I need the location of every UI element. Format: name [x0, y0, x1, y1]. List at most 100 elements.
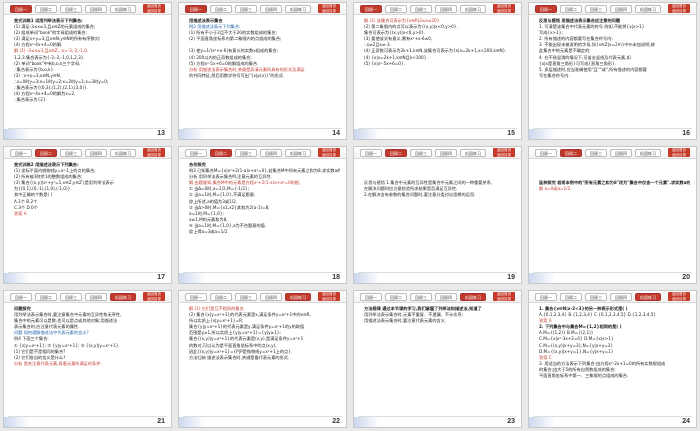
slide-tab[interactable]: 回顾一 — [185, 5, 207, 13]
slide-tab[interactable]: 回顾三 — [235, 149, 257, 157]
slide-tab[interactable]: 巩固练习 — [635, 293, 661, 301]
slide-tab[interactable]: 回顾三 — [585, 5, 607, 13]
slide-tab[interactable]: 回顾二 — [560, 5, 582, 13]
home-badge[interactable]: 返回首页 返回目录 — [318, 292, 340, 301]
home-badge[interactable]: 返回首页 返回目录 — [143, 148, 165, 157]
slide-thumbnail[interactable]: 回顾一 回顾二 回顾三 回顾四 巩固练习 返回首页 返回目录 变式训练2 用描述法表示下列集… — [3, 146, 172, 284]
slide-tab[interactable]: 回顾二 — [210, 293, 232, 301]
slide-thumbnail[interactable]: 回顾一 回顾二 回顾三 回顾四 巩固练习 返回首页 返回目录 延伸探究 若将本例中的"所有… — [528, 146, 697, 284]
slide-tab[interactable]: 回顾四 — [435, 149, 457, 157]
slide-tab[interactable]: 回顾四 — [85, 293, 107, 301]
slide-tab[interactable]: 回顾四 — [260, 293, 282, 301]
slide-tab[interactable]: 回顾三 — [410, 293, 432, 301]
slide-tab[interactable]: 回顾三 — [235, 293, 257, 301]
slide-text-line: 平面直角坐标系中第一、三象限的点组成的集合. — [539, 373, 629, 379]
slide-tab[interactable]: 回顾二 — [35, 5, 57, 13]
slide-tab[interactable]: 回顾二 — [560, 149, 582, 157]
slide-text-line: 答案 A — [14, 210, 27, 216]
slide-tab[interactable]: 巩固练习 — [110, 293, 136, 301]
home-badge[interactable]: 返回首页 返回目录 — [493, 148, 515, 157]
slide-tab[interactable]: 回顾四 — [610, 293, 632, 301]
footer-rule — [183, 128, 342, 129]
slide-thumbnail[interactable]: 回顾一 回顾二 回顾三 回顾四 巩固练习 返回首页 返回目录 合作探究 例3 已知集合M={x… — [178, 146, 347, 284]
slide-content: 解 (1) 该集合可表示为{x∈R|2≤x≤20}. (2) 第二象限内的点可以表… — [364, 18, 515, 127]
slide-tab[interactable]: 回顾三 — [410, 149, 432, 157]
slide-thumbnail[interactable]: 回顾一 回顾二 回顾三 回顾四 巩固练习 返回首页 返回目录 用描述法表示集合 例2 用描述法… — [178, 2, 347, 140]
slide-tab[interactable]: 回顾四 — [610, 5, 632, 13]
slide-thumbnail[interactable]: 回顾一 回顾二 回顾三 回顾四 巩固练习 返回首页 返回目录解 (1) 它们是互不相同的集… — [178, 290, 347, 428]
slide-tab[interactable]: 巩固练习 — [460, 5, 486, 13]
slide-tab[interactable]: 回顾一 — [185, 149, 207, 157]
home-badge[interactable]: 返回首页 返回目录 — [143, 292, 165, 301]
home-badge[interactable]: 返回首页 返回目录 — [493, 4, 515, 13]
home-badge[interactable]: 返回首页 返回目录 — [318, 148, 340, 157]
slide-thumbnail[interactable]: 回顾一 回顾二 回顾三 回顾四 巩固练习 返回首页 返回目录 问题探究 用列举法表示集合时,要… — [3, 290, 172, 428]
slide-tab[interactable]: 巩固练习 — [460, 293, 486, 301]
slide-tab[interactable]: 巩固练习 — [285, 293, 311, 301]
slide-thumbnail[interactable]: 回顾一 回顾二 回顾三 回顾四 巩固练习 返回首页 返回目录 变式训练1 试用列举法表示下列… — [3, 2, 172, 140]
footer-rule — [533, 272, 692, 273]
slide-nav-bar: 回顾一 回顾二 回顾三 回顾四 巩固练习 返回首页 返回目录 — [4, 147, 171, 159]
slide-thumbnail[interactable]: 回顾一 回顾二 回顾三 回顾四 巩固练习 返回首页 返回目录 方法规律 通过本节课的学习,我… — [353, 290, 522, 428]
slide-grid: 回顾一 回顾二 回顾三 回顾四 巩固练习 返回首页 返回目录 变式训练1 试用列举法表示下列… — [3, 2, 697, 429]
slide-tab[interactable]: 回顾二 — [35, 293, 57, 301]
footer-decoration — [529, 273, 555, 283]
slide-tab[interactable]: 回顾三 — [585, 293, 607, 301]
home-badge[interactable]: 返回首页 返回目录 — [668, 148, 690, 157]
slide-tab[interactable]: 回顾二 — [35, 149, 57, 157]
slide-tab[interactable]: 回顾一 — [10, 5, 32, 13]
slide-tab[interactable]: 回顾三 — [235, 5, 257, 13]
slide-tabs: 回顾一 回顾二 回顾三 回顾四 巩固练习 — [10, 293, 136, 301]
slide-tab[interactable]: 回顾三 — [585, 149, 607, 157]
slide-tab[interactable]: 回顾一 — [535, 5, 557, 13]
slide-tab[interactable]: 回顾三 — [60, 293, 82, 301]
slide-tab[interactable]: 巩固练习 — [110, 5, 136, 13]
slide-tab[interactable]: 回顾二 — [385, 149, 407, 157]
slide-text-line: 用描述法表示集合时,要注意代表元素的含义. — [364, 318, 447, 324]
slide-number: 19 — [507, 274, 515, 281]
slide-tab[interactable]: 巩固练习 — [635, 149, 661, 157]
slide-tab[interactable]: 回顾二 — [385, 293, 407, 301]
slide-nav-bar: 回顾一 回顾二 回顾三 回顾四 巩固练习 返回首页 返回目录 — [179, 3, 346, 15]
slide-tab[interactable]: 回顾二 — [210, 5, 232, 13]
slide-tab[interactable]: 回顾一 — [10, 149, 32, 157]
slide-content: 1. 集合{x∈N|x-2<3}的另一种表示形式是( ) A.{0,1,2,3,4… — [539, 306, 690, 415]
home-badge[interactable]: 返回首页 返回目录 — [668, 4, 690, 13]
slide-tab[interactable]: 回顾一 — [360, 293, 382, 301]
slide-tab[interactable]: 回顾四 — [260, 5, 282, 13]
slide-tab[interactable]: 回顾一 — [360, 5, 382, 13]
slide-thumbnail[interactable]: 回顾一 回顾二 回顾三 回顾四 巩固练习 返回首页 返回目录 反思与感悟 用描述法表示集合应… — [528, 2, 697, 140]
slide-tab[interactable]: 回顾一 — [10, 293, 32, 301]
slide-tab[interactable]: 回顾一 — [185, 293, 207, 301]
slide-tab[interactable]: 回顾二 — [560, 293, 582, 301]
slide-tab[interactable]: 回顾一 — [535, 293, 557, 301]
slide-number: 15 — [507, 130, 515, 137]
slide-tab[interactable]: 回顾一 — [360, 149, 382, 157]
home-badge[interactable]: 返回首页 返回目录 — [493, 292, 515, 301]
slide-tab[interactable]: 回顾一 — [535, 149, 557, 157]
home-badge[interactable]: 返回首页 返回目录 — [318, 4, 340, 13]
slide-thumbnail[interactable]: 回顾一 回顾二 回顾三 回顾四 巩固练习 返回首页 返回目录解 (1) 该集合可表示为{x… — [353, 2, 522, 140]
slide-tab[interactable]: 回顾四 — [435, 5, 457, 13]
home-badge[interactable]: 返回首页 返回目录 — [668, 292, 690, 301]
slide-thumbnail[interactable]: 回顾一 回顾二 回顾三 回顾四 巩固练习 返回首页 返回目录 反思与感悟 1.集合中元素的… — [353, 146, 522, 284]
footer-decoration — [354, 129, 380, 139]
slide-tab[interactable]: 回顾二 — [385, 5, 407, 13]
slide-tab[interactable]: 巩固练习 — [110, 149, 136, 157]
slide-tab[interactable]: 回顾三 — [60, 149, 82, 157]
slide-tab[interactable]: 回顾三 — [60, 5, 82, 13]
slide-tab[interactable]: 回顾四 — [260, 149, 282, 157]
slide-tab[interactable]: 回顾四 — [85, 149, 107, 157]
slide-tab[interactable]: 巩固练习 — [460, 149, 486, 157]
slide-tab[interactable]: 回顾四 — [435, 293, 457, 301]
slide-tab[interactable]: 巩固练习 — [285, 5, 311, 13]
slide-tab[interactable]: 巩固练习 — [635, 5, 661, 13]
slide-text-line: (5) {x|x²-5x+6=0}. — [364, 60, 405, 66]
slide-tab[interactable]: 回顾三 — [410, 5, 432, 13]
slide-thumbnail[interactable]: 回顾一 回顾二 回顾三 回顾四 巩固练习 返回首页 返回目录 1. 集合{x∈N|x-2<3… — [528, 290, 697, 428]
slide-tab[interactable]: 回顾四 — [610, 149, 632, 157]
home-badge[interactable]: 返回首页 返回目录 — [143, 4, 165, 13]
slide-tab[interactable]: 巩固练习 — [285, 149, 311, 157]
slide-tab[interactable]: 回顾四 — [85, 5, 107, 13]
slide-tab[interactable]: 回顾二 — [210, 149, 232, 157]
